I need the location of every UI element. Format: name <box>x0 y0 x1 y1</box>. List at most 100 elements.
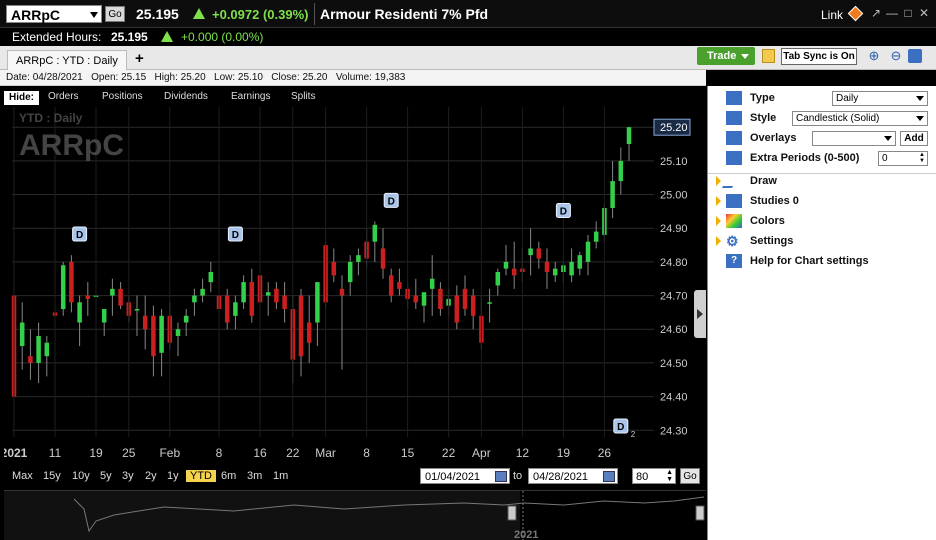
calendar-icon[interactable] <box>603 471 615 482</box>
hide-events-button[interactable]: Hide: <box>4 91 39 105</box>
y-tick-label: 24.30 <box>660 425 688 437</box>
overlays-select[interactable] <box>812 131 896 146</box>
range-15y[interactable]: 15y <box>43 470 61 482</box>
x-tick-label: 26 <box>598 446 612 460</box>
colors-icon <box>726 214 742 228</box>
navigator-shade <box>4 491 520 540</box>
range-go-button[interactable]: Go <box>680 468 700 484</box>
y-tick-label: 24.70 <box>660 291 688 303</box>
x-tick-label: 19 <box>89 446 103 460</box>
range-3m[interactable]: 3m <box>247 470 262 482</box>
from-date-value: 01/04/2021 <box>425 471 481 483</box>
periods-value: 80 <box>636 471 649 483</box>
section-colors[interactable]: Colors <box>708 211 936 231</box>
date-value: 04/28/2021 <box>32 72 83 83</box>
to-date-value: 04/28/2021 <box>533 471 589 483</box>
close-label: Close: <box>271 72 300 83</box>
extended-hours-change: +0.000 (0.00%) <box>181 30 264 44</box>
colors-label: Colors <box>750 215 785 227</box>
high-value: 25.20 <box>180 72 206 83</box>
event-toggle-dividends[interactable]: Dividends <box>164 91 208 102</box>
from-date-input[interactable]: 01/04/2021 <box>420 468 510 484</box>
event-toggle-orders[interactable]: Orders <box>48 91 79 102</box>
candle <box>388 275 394 296</box>
candle <box>224 295 230 323</box>
navigator-right-handle[interactable] <box>695 505 705 521</box>
event-toggle-earnings[interactable]: Earnings <box>231 91 270 102</box>
style-select[interactable]: Candlestick (Solid) <box>792 111 928 126</box>
type-value: Daily <box>836 93 859 104</box>
setting-style: Style Candlestick (Solid) <box>708 108 936 128</box>
add-tab-button[interactable]: + <box>135 50 144 67</box>
symbol-input[interactable]: ARRpC <box>6 5 102 23</box>
extra-periods-stepper[interactable]: 0 ▲ ▼ <box>878 151 928 166</box>
trade-button[interactable]: Trade <box>697 47 755 65</box>
up-arrow-icon <box>161 31 173 42</box>
event-toggle-splits[interactable]: Splits <box>291 91 315 102</box>
expand-arrow-icon <box>716 176 721 186</box>
dividend-marker-label: D <box>388 196 395 207</box>
candle <box>28 356 33 363</box>
tab-chart[interactable]: ARRpC : YTD : Daily <box>7 50 127 70</box>
popout-icon[interactable]: ↗ <box>869 6 883 20</box>
divider <box>314 3 315 25</box>
periods-stepper[interactable]: 80 ▲ ▼ <box>632 468 676 484</box>
range-5y[interactable]: 5y <box>100 470 112 482</box>
draw-icon <box>721 174 741 188</box>
help-link[interactable]: ? Help for Chart settings <box>708 251 936 271</box>
candle <box>159 315 164 353</box>
stepper-arrows-icon[interactable]: ▲ ▼ <box>666 469 673 483</box>
section-studies[interactable]: Studies 0 <box>708 191 936 211</box>
section-draw[interactable]: Draw <box>708 171 936 191</box>
candle <box>503 261 509 269</box>
candle <box>421 292 427 306</box>
dividend-marker-label: D <box>76 230 83 241</box>
zoom-in-icon[interactable]: ⊕ <box>866 48 882 64</box>
zoom-out-icon[interactable]: ⊖ <box>888 48 904 64</box>
expand-arrow-icon <box>716 216 721 226</box>
candle <box>462 288 468 310</box>
range-ytd[interactable]: YTD <box>186 470 216 482</box>
dividend-marker-label: D <box>232 230 239 241</box>
candle <box>618 160 624 182</box>
range-1y[interactable]: 1y <box>167 470 179 482</box>
y-tick-label: 25.00 <box>660 190 688 202</box>
range-2y[interactable]: 2y <box>145 470 157 482</box>
stepper-arrows-icon[interactable]: ▲ ▼ <box>919 152 925 164</box>
symbol-value: ARRpC <box>11 7 60 23</box>
section-settings[interactable]: ⚙ Settings <box>708 231 936 251</box>
range-3y[interactable]: 3y <box>122 470 134 482</box>
price-change: +0.0972 (0.39%) <box>212 7 309 22</box>
add-overlay-button[interactable]: Add <box>900 131 928 146</box>
range-max[interactable]: Max <box>12 470 33 482</box>
save-icon[interactable] <box>908 49 922 63</box>
navigator-chart[interactable]: 2021 <box>4 490 706 540</box>
maximize-icon[interactable]: □ <box>901 6 915 20</box>
x-tick-label: 19 <box>557 446 571 460</box>
tab-sync-button[interactable]: Tab Sync is On <box>781 48 857 65</box>
panel-collapse-handle[interactable] <box>694 290 706 338</box>
go-button[interactable]: Go <box>105 6 125 22</box>
draw-label: Draw <box>750 175 777 187</box>
x-tick-label: 11 <box>49 446 62 460</box>
notes-icon[interactable] <box>762 49 775 63</box>
range-1m[interactable]: 1m <box>273 470 288 482</box>
candle <box>585 241 591 262</box>
navigator-left-handle[interactable] <box>507 505 517 521</box>
range-6m[interactable]: 6m <box>221 470 236 482</box>
close-icon[interactable]: ✕ <box>917 6 931 20</box>
navigator-window[interactable] <box>520 491 700 540</box>
x-tick-label: 8 <box>216 446 223 460</box>
chevron-down-icon <box>916 116 924 121</box>
type-select[interactable]: Daily <box>832 91 928 106</box>
to-date-input[interactable]: 04/28/2021 <box>528 468 618 484</box>
calendar-icon[interactable] <box>495 471 507 482</box>
candle <box>470 295 476 316</box>
event-toggle-positions[interactable]: Positions <box>102 91 143 102</box>
style-value: Candlestick (Solid) <box>796 113 880 124</box>
chevron-down-icon[interactable] <box>90 12 98 18</box>
link-label: Link <box>821 8 844 22</box>
dividend-marker-label: D <box>617 422 624 433</box>
minimize-icon[interactable]: — <box>885 6 899 20</box>
range-10y[interactable]: 10y <box>72 470 90 482</box>
